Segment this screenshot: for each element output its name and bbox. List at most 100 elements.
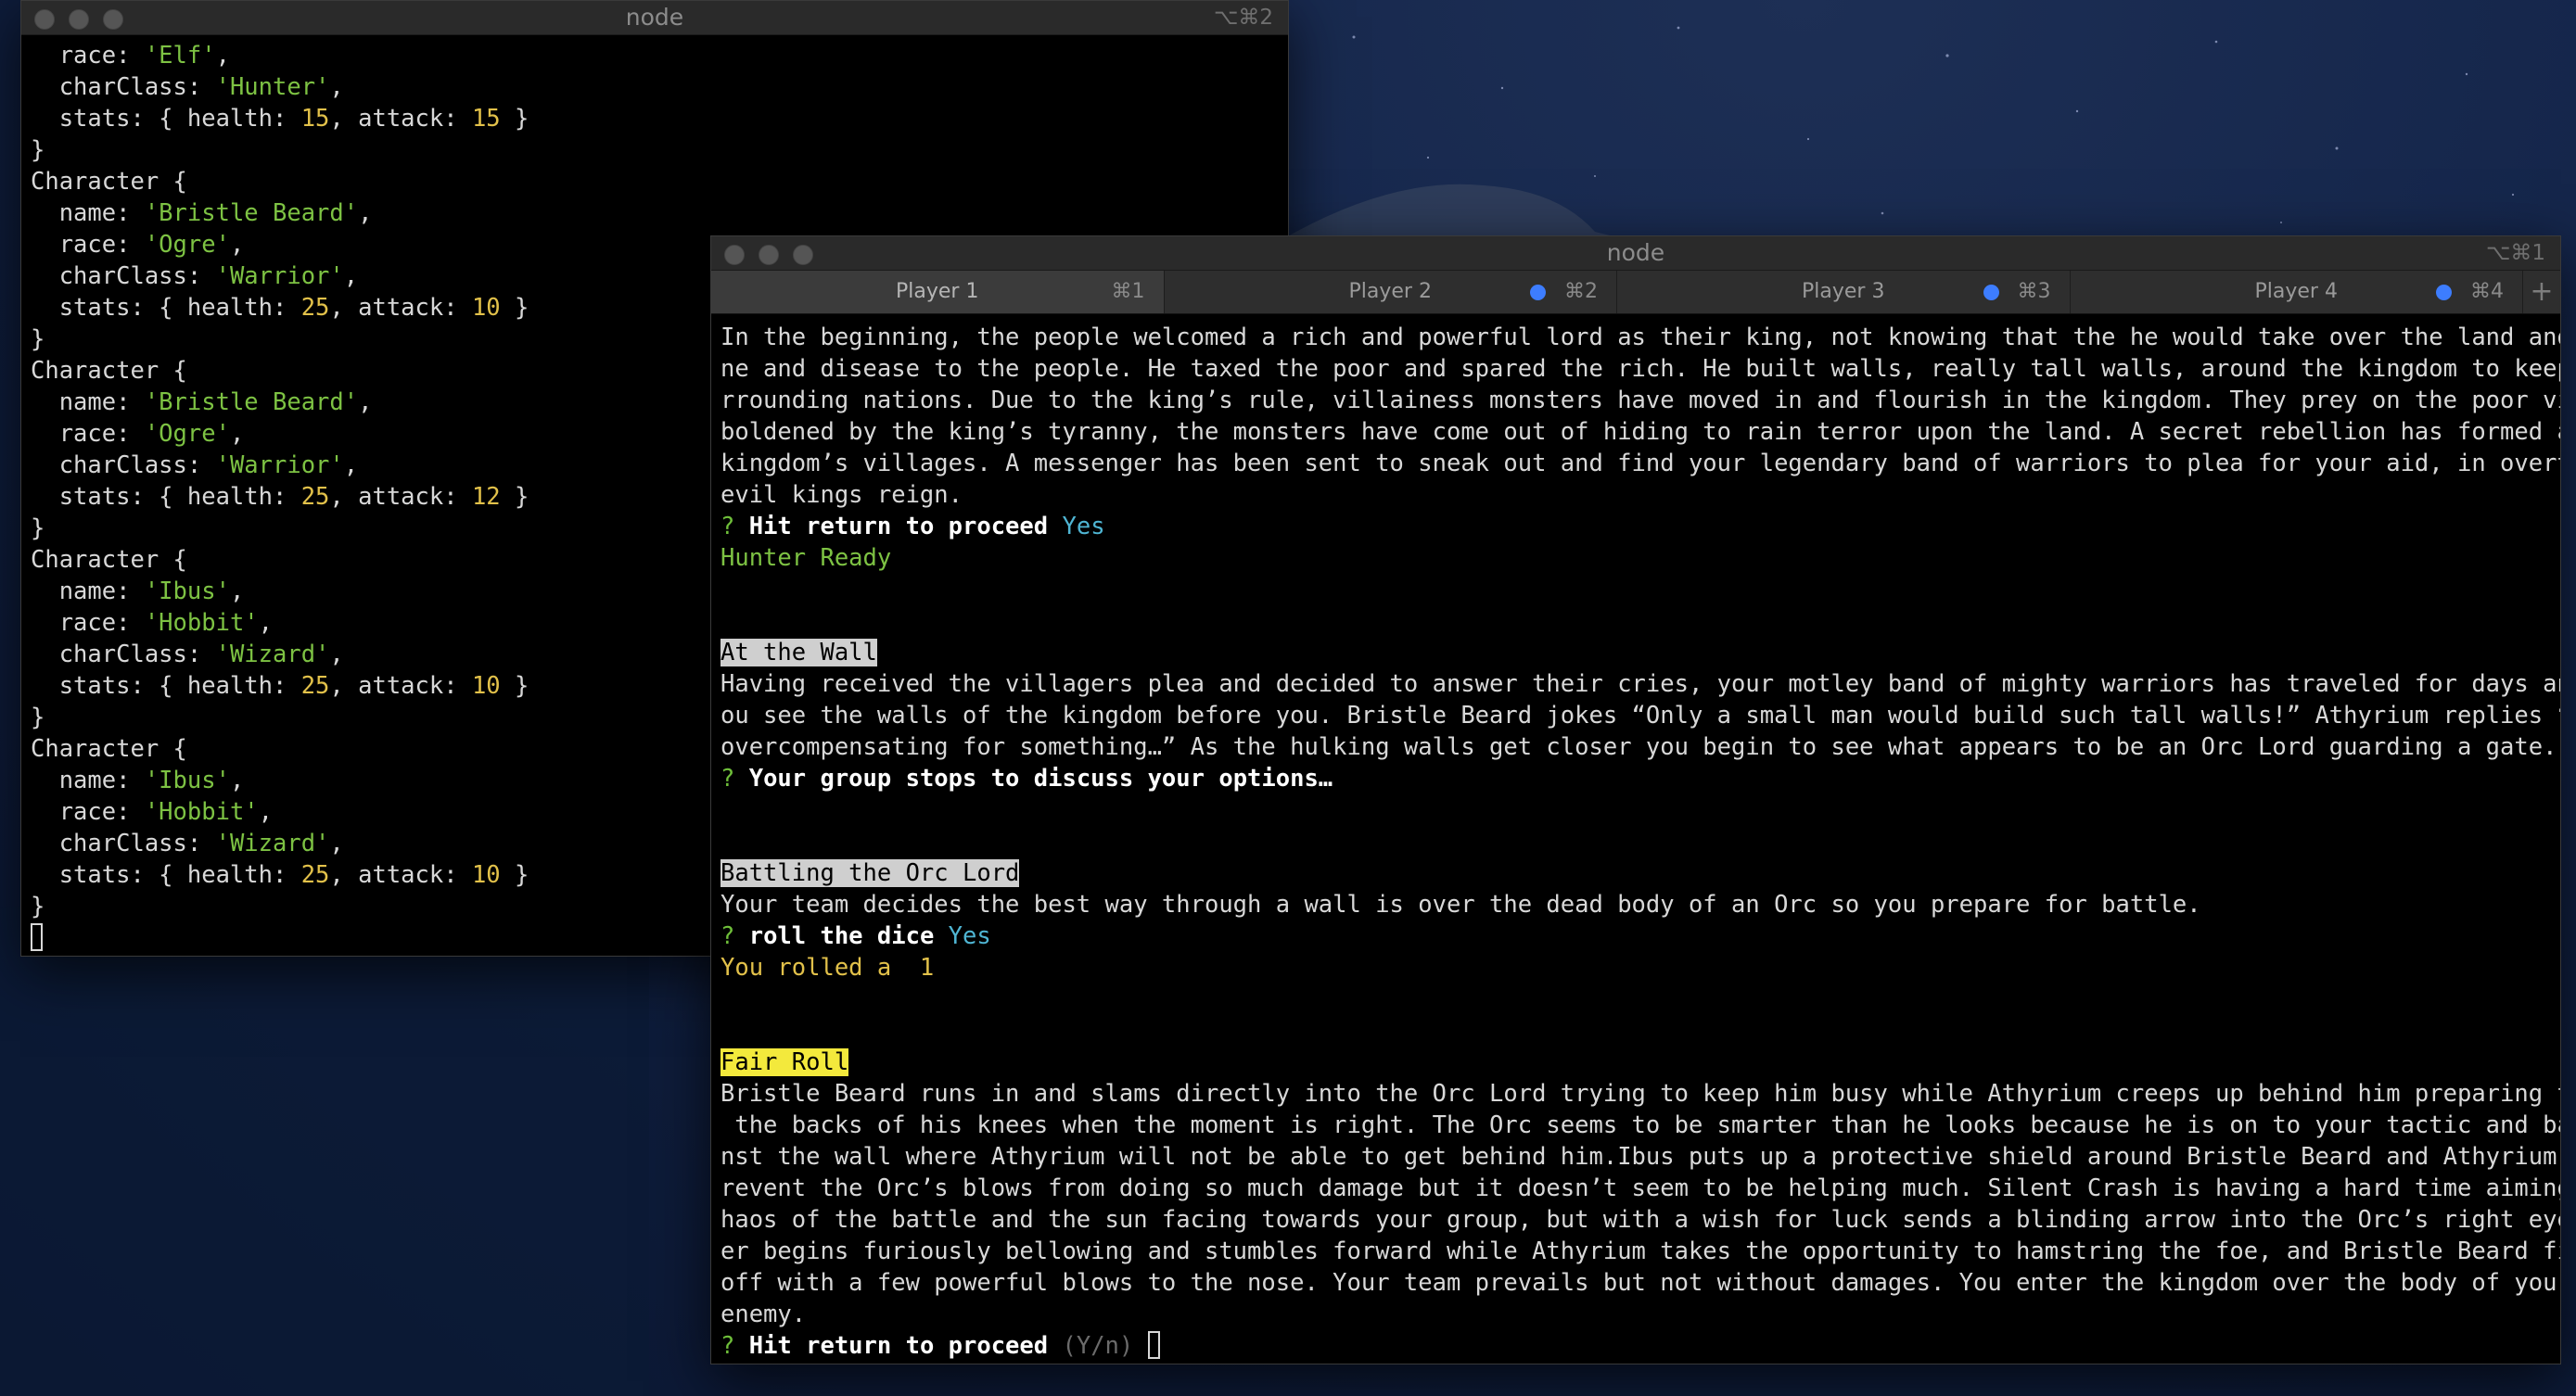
tab-label: Player 4 xyxy=(2254,280,2338,303)
text-cursor xyxy=(1147,1331,1160,1359)
title-bar[interactable]: node ⌥⌘1 xyxy=(711,236,2560,271)
terminal-line: the backs of his knees when the moment i… xyxy=(721,1110,2560,1141)
minimize-button[interactable] xyxy=(69,9,89,30)
activity-dot-icon xyxy=(1983,285,1999,300)
window-shortcut: ⌥⌘1 xyxy=(2485,241,2545,265)
terminal-text: stats: { health: xyxy=(31,672,301,700)
terminal-text: } xyxy=(31,325,45,353)
terminal-text: ? xyxy=(721,1332,749,1360)
terminal-text: 'Ibus' xyxy=(144,767,230,794)
terminal-text: , attack: xyxy=(329,105,472,133)
terminal-text: , xyxy=(229,577,245,605)
window-title: node xyxy=(1606,239,1665,266)
terminal-text: 'Bristle Beard' xyxy=(144,199,359,227)
terminal-text: } xyxy=(500,861,529,889)
terminal-line: ou see the walls of the kingdom before y… xyxy=(721,700,2560,731)
terminal-text: 10 xyxy=(471,672,501,700)
close-button[interactable] xyxy=(34,9,55,30)
zoom-button[interactable] xyxy=(103,9,123,30)
terminal-line: enemy. xyxy=(721,1299,2560,1330)
terminal-text: 10 xyxy=(471,861,501,889)
tab-player-1[interactable]: Player 1 ⌘1 xyxy=(711,271,1165,313)
terminal-text: 15 xyxy=(300,105,330,133)
tab-label: Player 1 xyxy=(896,280,979,303)
tab-bar: Player 1 ⌘1 Player 2 ⌘2 Player 3 ⌘3 Player 4 ⌘4… xyxy=(711,271,2560,314)
terminal-text: ? xyxy=(721,922,749,950)
terminal-text: nst the wall where Athyrium will not be … xyxy=(721,1143,2561,1171)
terminal-line: race: 'Elf', xyxy=(31,40,1288,71)
terminal-text: Hit return to proceed xyxy=(748,1332,1049,1360)
tab-player-2[interactable]: Player 2 ⌘2 xyxy=(1165,271,1617,313)
terminal-line: off with a few powerful blows to the nos… xyxy=(721,1267,2560,1299)
title-bar[interactable]: node ⌥⌘2 xyxy=(21,1,1288,35)
terminal-window-right[interactable]: node ⌥⌘1 Player 1 ⌘1 Player 2 ⌘2 Player 3 ⌘3 P… xyxy=(710,235,2561,1364)
terminal-line: ? Hit return to proceed Yes xyxy=(721,511,2560,542)
terminal-text: } xyxy=(31,893,45,920)
terminal-text: , xyxy=(358,388,373,416)
terminal-text: race: xyxy=(31,420,145,448)
terminal-text: boldened by the king’s tyranny, the mons… xyxy=(721,418,2561,446)
terminal-text: } xyxy=(500,294,529,322)
terminal-text: Bristle Beard runs in and slams directly… xyxy=(721,1080,2561,1108)
terminal-text: stats: { health: xyxy=(31,105,301,133)
terminal-text: ou see the walls of the kingdom before y… xyxy=(721,702,2561,730)
tab-shortcut: ⌘3 xyxy=(2017,280,2051,303)
terminal-text: race: xyxy=(31,231,145,259)
terminal-text: Character { xyxy=(31,735,187,763)
terminal-line: rrounding nations. Due to the king’s rul… xyxy=(721,385,2560,416)
terminal-text: enemy. xyxy=(721,1301,807,1328)
terminal-text: 'Elf' xyxy=(144,42,216,70)
terminal-text: er begins furiously bellowing and stumbl… xyxy=(721,1237,2561,1265)
text-cursor xyxy=(31,923,43,951)
terminal-text: Hunter Ready xyxy=(721,544,892,572)
terminal-text: 12 xyxy=(471,483,501,511)
terminal-text: 'Bristle Beard' xyxy=(144,388,359,416)
new-tab-button[interactable]: + xyxy=(2523,271,2560,313)
tab-shortcut: ⌘1 xyxy=(1111,280,1145,303)
close-button[interactable] xyxy=(724,245,745,265)
terminal-text: 25 xyxy=(300,861,330,889)
terminal-line: charClass: 'Hunter', xyxy=(31,71,1288,103)
terminal-text: (Y/n) xyxy=(1062,1332,1134,1360)
terminal-text: , xyxy=(329,830,344,857)
terminal-text: kingdom’s villages. A messenger has been… xyxy=(721,450,2561,477)
terminal-text: name: xyxy=(31,388,145,416)
terminal-text: You rolled a 1 xyxy=(721,954,935,982)
terminal-output[interactable]: In the beginning, the people welcomed a … xyxy=(711,322,2560,1364)
terminal-line: stats: { health: 15, attack: 15 } xyxy=(31,103,1288,134)
terminal-text: 25 xyxy=(300,483,330,511)
terminal-line: Your team decides the best way through a… xyxy=(721,889,2560,920)
terminal-text: 'Warrior' xyxy=(215,451,344,479)
tab-player-3[interactable]: Player 3 ⌘3 xyxy=(1617,271,2071,313)
terminal-text: the backs of his knees when the moment i… xyxy=(721,1111,2561,1139)
tab-player-4[interactable]: Player 4 ⌘4 xyxy=(2071,271,2523,313)
terminal-line: Fair Roll xyxy=(721,1047,2560,1078)
terminal-line: er begins furiously bellowing and stumbl… xyxy=(721,1236,2560,1267)
terminal-line: haos of the battle and the sun facing to… xyxy=(721,1204,2560,1236)
terminal-text: charClass: xyxy=(31,641,216,668)
minimize-button[interactable] xyxy=(759,245,779,265)
terminal-text: At the Wall xyxy=(721,639,877,666)
terminal-text: charClass: xyxy=(31,73,216,101)
terminal-text: 'Wizard' xyxy=(215,830,330,857)
zoom-button[interactable] xyxy=(793,245,813,265)
terminal-text: } xyxy=(31,136,45,164)
terminal-text: off with a few powerful blows to the nos… xyxy=(721,1269,2561,1297)
terminal-text: Character { xyxy=(31,546,187,574)
terminal-text: , attack: xyxy=(329,861,472,889)
terminal-text: roll the dice xyxy=(748,922,935,950)
tab-shortcut: ⌘4 xyxy=(2470,280,2504,303)
terminal-text: } xyxy=(500,483,529,511)
terminal-text: stats: { health: xyxy=(31,294,301,322)
terminal-line: revent the Orc’s blows from doing so muc… xyxy=(721,1173,2560,1204)
terminal-text: Fair Roll xyxy=(721,1048,849,1076)
terminal-text: Your team decides the best way through a… xyxy=(721,891,2201,919)
terminal-line: ? Hit return to proceed (Y/n) xyxy=(721,1330,2560,1362)
terminal-line: overcompensating for something…” As the … xyxy=(721,731,2560,763)
